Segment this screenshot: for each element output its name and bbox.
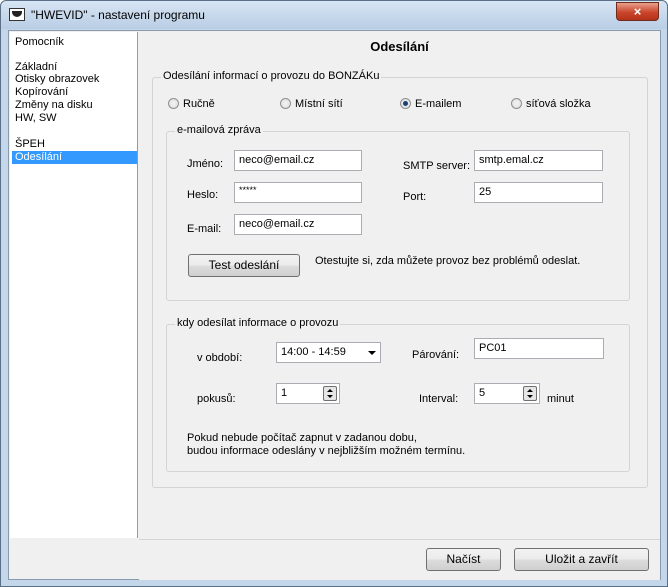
send-method-legend: Odesílání informací o provozu do BONZÁKu [161,70,382,82]
radio-mistni-siti[interactable]: Místní sítí [280,98,343,112]
email-field[interactable]: neco@email.cz [234,214,362,235]
sidebar-item-odesilani[interactable]: Odesílání [12,151,137,164]
radio-rucne[interactable]: Ručně [168,98,215,112]
test-hint-text: Otestujte si, zda můžete provoz bez prob… [315,255,581,267]
period-select-value: 14:00 - 14:59 [281,346,346,358]
interval-label: Interval: [419,393,459,405]
interval-value: 5 [479,387,486,399]
radio-sitova-slozka-circle [511,98,522,109]
when-to-send-group: kdy odesílat informace o provozu v obdob… [166,317,630,472]
period-label: v období: [197,352,243,364]
page-title: Odesílání [370,39,429,54]
title-bar[interactable]: "HWEVID" - nastavení programu × [1,1,667,29]
schedule-note-line1: Pokud nebude počítač zapnut v zadanou do… [187,432,417,444]
radio-e-mailem[interactable]: E-mailem [400,98,461,112]
attempts-value: 1 [281,387,288,399]
close-button[interactable]: × [616,2,659,21]
attempts-label: pokusů: [197,393,236,405]
main-panel: Odesílání Odesílání informací o provozu … [139,32,660,538]
radio-mistni-siti-label: Místní sítí [295,98,343,110]
interval-unit-label: minut [547,393,574,405]
sidebar-item-hw-sw[interactable]: HW, SW [15,112,57,125]
radio-sitova-slozka-label: síťová složka [526,98,591,110]
test-send-button[interactable]: Test odeslání [188,254,300,277]
interval-spin-buttons[interactable] [523,386,537,401]
window-title: "HWEVID" - nastavení programu [31,8,205,22]
period-select[interactable]: 14:00 - 14:59 [276,342,381,363]
sidebar-item-pomocnik[interactable]: Pomocník [15,36,64,49]
smtp-server-field[interactable]: smtp.emal.cz [474,150,603,171]
app-icon [9,8,25,21]
sidebar-item-kopirovani[interactable]: Kopírování [15,86,68,99]
sidebar-item-zmeny-na-disku[interactable]: Změny na disku [15,99,93,112]
load-button[interactable]: Načíst [426,548,501,571]
when-to-send-legend: kdy odesílat informace o provozu [175,317,341,329]
radio-e-mailem-label: E-mailem [415,98,462,110]
pairing-label: Párování: [412,349,460,361]
email-message-group: e-mailová zpráva Jméno: neco@email.cz He… [166,124,630,301]
attempts-stepper[interactable]: 1 [276,383,340,404]
email-label: E-mail: [187,223,222,235]
radio-e-mailem-circle [400,98,411,109]
attempts-spin-buttons[interactable] [323,386,337,401]
port-label: Port: [403,191,427,203]
smtp-server-label: SMTP server: [403,160,471,172]
pairing-field[interactable]: PC01 [474,338,604,359]
client-area: Pomocník Základní Otisky obrazovek Kopír… [8,30,661,580]
save-and-close-button[interactable]: Uložit a zavřít [514,548,649,571]
radio-sitova-slozka[interactable]: síťová složka [511,98,591,112]
footer-bar: Načíst Uložit a zavřít [139,539,660,580]
send-method-group: Odesílání informací o provozu do BONZÁKu… [152,70,648,488]
sidebar: Pomocník Základní Otisky obrazovek Kopír… [10,32,138,538]
schedule-note-line2: budou informace odeslány v nejbližším mo… [187,445,466,457]
sidebar-item-otisky-obrazovek[interactable]: Otisky obrazovek [15,73,99,86]
name-label: Jméno: [187,158,224,170]
radio-mistni-siti-circle [280,98,291,109]
port-field[interactable]: 25 [474,182,603,203]
radio-rucne-label: Ručně [183,98,215,110]
settings-window: "HWEVID" - nastavení programu × Pomocník… [0,0,668,587]
chevron-down-icon [368,351,376,355]
name-field[interactable]: neco@email.cz [234,150,362,171]
sidebar-item-speh[interactable]: ŠPEH [15,138,45,151]
password-field[interactable]: ***** [234,182,362,203]
radio-rucne-circle [168,98,179,109]
password-label: Heslo: [187,189,219,201]
email-message-legend: e-mailová zpráva [175,124,263,136]
interval-stepper[interactable]: 5 [474,383,540,404]
